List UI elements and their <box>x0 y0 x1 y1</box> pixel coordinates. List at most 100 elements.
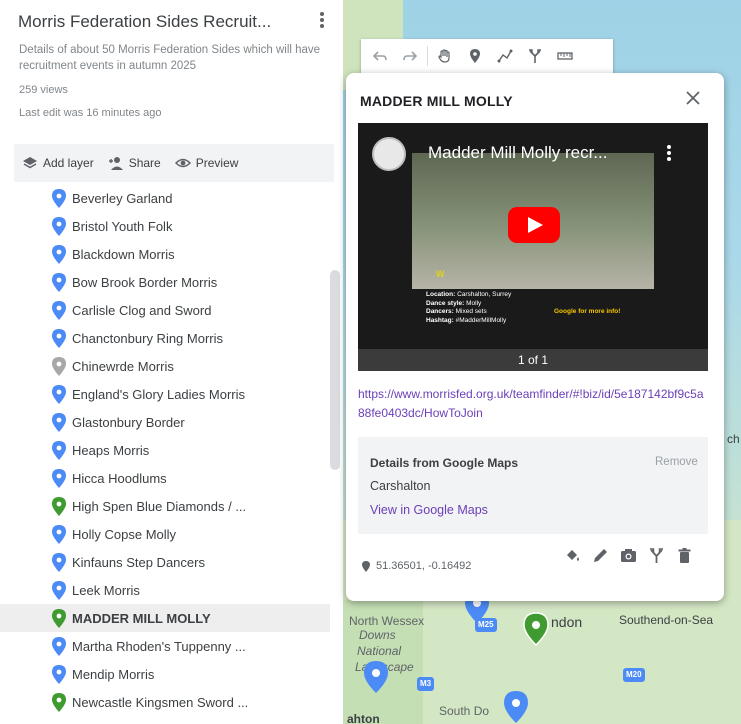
map-sidebar: Morris Federation Sides Recruit... Detai… <box>0 0 343 724</box>
list-item[interactable]: Beverley Garland <box>0 184 330 212</box>
undo-button[interactable] <box>367 43 393 69</box>
place-title[interactable]: MADDER MILL MOLLY <box>360 93 513 109</box>
list-item-label: Carlisle Clog and Sword <box>72 302 212 318</box>
delete-trash-icon[interactable] <box>676 547 693 564</box>
directions-icon <box>529 49 541 63</box>
paint-bucket-icon[interactable] <box>564 547 581 564</box>
place-marker-icon <box>52 189 66 208</box>
place-marker-icon <box>52 441 66 460</box>
map-label-north-wessex: North Wessex <box>349 614 425 628</box>
view-count: 259 views <box>19 84 68 96</box>
list-item[interactable]: Hicca Hoodlums <box>0 464 330 492</box>
draw-line-icon <box>497 49 513 63</box>
map-pin-blue-3[interactable] <box>503 690 529 724</box>
measure-button[interactable] <box>552 43 578 69</box>
directions-button[interactable] <box>522 43 548 69</box>
card-actions <box>564 547 693 564</box>
edit-pencil-icon[interactable] <box>592 547 609 564</box>
add-marker-button[interactable] <box>462 43 488 69</box>
list-item-label: Martha Rhoden's Tuppenny ... <box>72 638 246 654</box>
preview-button[interactable]: Preview <box>174 155 239 171</box>
map-pin-green-selected[interactable] <box>523 612 549 646</box>
list-item-label: Heaps Morris <box>72 442 150 458</box>
place-marker-icon <box>52 581 66 600</box>
place-marker-icon <box>52 217 66 236</box>
teamfinder-link[interactable]: https://www.morrisfed.org.uk/teamfinder/… <box>358 385 710 423</box>
list-item-label: Hicca Hoodlums <box>72 470 167 486</box>
redo-icon <box>403 51 418 61</box>
list-item[interactable]: Glastonbury Border <box>0 408 330 436</box>
map-label-downs: Downs <box>359 628 396 642</box>
list-item[interactable]: Chinewrde Morris <box>0 352 330 380</box>
list-item-label: Kinfauns Step Dancers <box>72 554 205 570</box>
list-item-label: Blackdown Morris <box>72 246 175 262</box>
list-item[interactable]: Holly Copse Molly <box>0 520 330 548</box>
video-google-note: Google for more info! <box>554 308 621 315</box>
redo-button[interactable] <box>397 43 423 69</box>
list-item[interactable]: Martha Rhoden's Tuppenny ... <box>0 632 330 660</box>
map-label-southend: Southend-on-Sea <box>619 613 714 627</box>
channel-avatar[interactable] <box>372 137 406 171</box>
close-icon[interactable] <box>683 88 703 108</box>
map-title[interactable]: Morris Federation Sides Recruit... <box>18 12 271 32</box>
list-item[interactable]: Leek Morris <box>0 576 330 604</box>
last-edit: Last edit was 16 minutes ago <box>19 107 162 119</box>
draw-line-button[interactable] <box>492 43 518 69</box>
pan-tool-button[interactable] <box>432 43 458 69</box>
map-label-london: ndon <box>551 614 583 630</box>
video-menu-icon[interactable] <box>664 143 674 165</box>
undo-icon <box>372 51 387 61</box>
camera-icon[interactable] <box>620 547 637 564</box>
list-item-label: England's Glory Ladies Morris <box>72 386 245 402</box>
list-item[interactable]: Carlisle Clog and Sword <box>0 296 330 324</box>
list-item-label: Bristol Youth Folk <box>72 218 173 234</box>
list-item[interactable]: Chanctonbury Ring Morris <box>0 324 330 352</box>
list-item[interactable]: England's Glory Ladies Morris <box>0 380 330 408</box>
media-counter: 1 of 1 <box>358 349 708 371</box>
list-scrollbar[interactable] <box>330 270 340 470</box>
video-info-line: Hashtag: #MadderMillMolly <box>426 316 507 324</box>
details-heading: Details from Google Maps <box>370 456 519 470</box>
place-marker-icon <box>52 665 66 684</box>
video-title[interactable]: Madder Mill Molly recr... <box>428 143 607 163</box>
remove-button[interactable]: Remove <box>655 456 698 468</box>
video-info-line: Dancers: Mixed sets <box>426 308 487 315</box>
list-item[interactable]: Kinfauns Step Dancers <box>0 548 330 576</box>
list-item-label: Leek Morris <box>72 582 140 598</box>
place-marker-icon <box>52 357 66 376</box>
list-item[interactable]: Bow Brook Border Morris <box>0 268 330 296</box>
video-info-line: Dance style: Molly <box>426 299 482 307</box>
place-marker-icon <box>52 553 66 572</box>
list-item[interactable]: Mendip Morris <box>0 660 330 688</box>
share-button[interactable]: Share <box>108 155 161 171</box>
map-description[interactable]: Details of about 50 Morris Federation Si… <box>19 42 329 74</box>
eye-icon <box>174 158 191 168</box>
place-marker-icon <box>52 497 66 516</box>
video-embed[interactable]: Madder Mill Molly recr... W Location: Ca… <box>358 123 708 371</box>
place-marker-icon <box>52 385 66 404</box>
list-item[interactable]: Blackdown Morris <box>0 240 330 268</box>
list-item[interactable]: Heaps Morris <box>0 436 330 464</box>
list-item-label: MADDER MILL MOLLY <box>72 610 211 626</box>
directions-icon[interactable] <box>648 547 665 564</box>
map-pin-blue-2[interactable] <box>363 660 389 694</box>
view-in-google-maps-link[interactable]: View in Google Maps <box>370 503 488 517</box>
list-item[interactable]: MADDER MILL MOLLY <box>0 604 330 632</box>
place-marker-icon <box>52 693 66 712</box>
marker-icon <box>470 49 480 63</box>
list-item[interactable]: High Spen Blue Diamonds / ... <box>0 492 330 520</box>
add-layer-button[interactable]: Add layer <box>22 155 94 171</box>
preview-label: Preview <box>195 156 239 170</box>
list-item-label: Beverley Garland <box>72 190 173 206</box>
list-item-label: Bow Brook Border Morris <box>72 274 218 290</box>
list-item[interactable]: Bristol Youth Folk <box>0 212 330 240</box>
map-label-national: National <box>357 644 402 658</box>
more-options-icon[interactable] <box>316 10 328 32</box>
map-label-ch: ch <box>727 432 740 446</box>
motorway-m20-badge: M20 <box>623 668 645 682</box>
place-marker-icon <box>52 413 66 432</box>
list-item[interactable]: Newcastle Kingsmen Sword ... <box>0 688 330 716</box>
play-button-icon[interactable] <box>508 207 560 243</box>
details-place: Carshalton <box>370 479 431 493</box>
hand-icon <box>438 49 450 63</box>
